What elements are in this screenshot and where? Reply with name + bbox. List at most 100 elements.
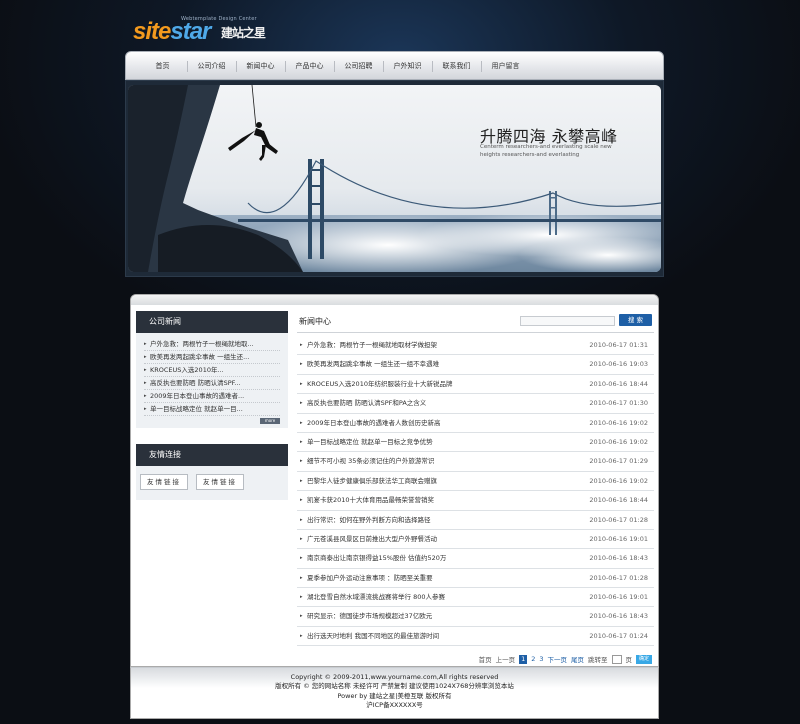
news-date: 2010-06-16 19:02 [589, 437, 648, 446]
news-list: 户外急救：两根竹子一根绳就地取材学做担架 2010-06-17 01:31 欧美再… [297, 336, 654, 647]
pager-first[interactable]: 首页 [479, 654, 492, 664]
news-title: 出行常识：如何在野外判断方向和选择路径 [307, 515, 431, 524]
pager-jump-input[interactable] [611, 654, 622, 664]
news-date: 2010-06-16 19:03 [589, 360, 648, 369]
footer-copyright: Copyright © 2009-2011,www.yourname.com,A… [290, 673, 499, 681]
news-item[interactable]: 欧美再发两起跳伞事故 一组生还一组不幸遇难 2010-06-16 19:03 [297, 355, 654, 375]
news-title: 南京商泰出让南京银得益15%股份 估值约520万 [307, 554, 447, 563]
news-item[interactable]: KROCEUS入选2010年纺织服装行业十大新锐品牌 2010-06-16 18:… [297, 375, 654, 395]
sidebar-news-item[interactable]: 户外急救：两根竹子一根绳就地取... [144, 338, 280, 351]
news-title: 2009年日本登山事故的遇难者人数创历史新高 [307, 418, 441, 427]
footer-rights: 版权所有 © 您的网站名称 未经许可 严禁复制 建议使用1024X768分辨率浏… [275, 682, 514, 691]
news-item[interactable]: 单一目标战略定位 就赵单一目标之竞争优势 2010-06-16 19:02 [297, 433, 654, 453]
news-title: 广元苍溪县风景区日前推出大型户外野餐活动 [307, 534, 437, 543]
news-title: 巴黎华人徒步健康俱乐部获法华工商联会赠旗 [307, 476, 437, 485]
news-title: 凯宴卡获2010十大体育用品最畅荣誉营销奖 [307, 496, 435, 505]
logo-wordmark-star: star [170, 18, 211, 45]
sidebar-news-item[interactable]: 2009年日本登山事故的遇难者... [144, 390, 280, 403]
news-item[interactable]: 夏季参加户外运动注意事项 ：防晒至关重要 2010-06-17 01:28 [297, 569, 654, 588]
nav-item-about[interactable]: 公司介绍 [187, 52, 236, 81]
logo-wordmark: sitestar [133, 18, 211, 45]
sidebar-news-item[interactable]: 高反执也要防晒 防晒认清SPF... [144, 377, 280, 390]
search-button[interactable]: 搜 索 [619, 314, 652, 326]
content-panel: 公司新闻 户外急救：两根竹子一根绳就地取... 欧美再发两起跳伞事故 一组生还.… [130, 294, 659, 667]
news-title: 出行选天时地利 我国不同地区的最佳旅游时间 [307, 631, 440, 640]
sidebar-news-item[interactable]: 单一目标战略定位 就赵单一目... [144, 403, 280, 416]
nav-item-jobs[interactable]: 公司招聘 [334, 52, 383, 81]
nav-item-outdoor[interactable]: 户外知识 [383, 52, 432, 81]
news-date: 2010-06-17 01:31 [589, 341, 648, 349]
logo-chinese: 建站之星 [221, 26, 266, 40]
site-logo[interactable]: Webtemplate Design Center sitestar 建站之星 [133, 16, 293, 46]
pagination: 首页 上一页 1 2 3 下一页 尾页 跳转至 页 确定 [297, 652, 654, 666]
news-title: 户外急救：两根竹子一根绳就地取材学做担架 [307, 341, 437, 349]
banner-panel: 升腾四海 永攀高峰 Centerm researchers-and everla… [125, 80, 664, 277]
nav-item-contact[interactable]: 联系我们 [432, 52, 481, 81]
news-date: 2010-06-16 18:44 [589, 379, 648, 388]
main-header: 新闻中心 搜 索 [297, 311, 654, 333]
news-date: 2010-06-16 19:01 [589, 593, 648, 602]
content-topbar [131, 295, 658, 305]
footer-icp[interactable]: 沪ICP备XXXXXX号 [131, 701, 658, 710]
pager-page-unit: 页 [625, 656, 633, 665]
footer: Copyright © 2009-2011,www.yourname.com,A… [130, 667, 659, 719]
pager-next[interactable]: 下一页 [548, 654, 568, 664]
news-item[interactable]: 凯宴卡获2010十大体育用品最畅荣誉营销奖 2010-06-16 18:44 [297, 491, 654, 511]
friend-link-button[interactable]: 友情链接 [196, 474, 244, 490]
sidebar-links-title: 友情连接 [136, 444, 288, 466]
news-title: 夏季参加户外运动注意事项 ：防晒至关重要 [307, 573, 433, 582]
main-nav: 首页 公司介绍 新闻中心 产品中心 公司招聘 户外知识 联系我们 用户留言 [125, 51, 664, 80]
pager-page[interactable]: 3 [539, 655, 543, 663]
news-item[interactable]: 湖北登雪自然水域漂流挑战赛将举行 800人参赛 2010-06-16 19:01 [297, 588, 654, 608]
news-title: 湖北登雪自然水域漂流挑战赛将举行 800人参赛 [307, 593, 445, 602]
main-title: 新闻中心 [299, 317, 331, 326]
news-date: 2010-06-16 18:43 [589, 612, 648, 621]
news-date: 2010-06-17 01:28 [589, 573, 648, 582]
news-item[interactable]: 研究显示：德国徒步市场规模超过37亿欧元 2010-06-16 18:43 [297, 607, 654, 627]
sidebar-news-title: 公司新闻 [136, 311, 288, 333]
news-item[interactable]: 高反执也要防晒 防晒认清SPF和PA之含义 2010-06-17 01:30 [297, 394, 654, 414]
banner-image: 升腾四海 永攀高峰 Centerm researchers-and everla… [128, 85, 661, 272]
pager-prev[interactable]: 上一页 [496, 654, 516, 664]
news-item[interactable]: 广元苍溪县风景区日前推出大型户外野餐活动 2010-06-16 19:01 [297, 530, 654, 550]
pager-jump-label: 跳转至 [588, 656, 608, 665]
news-date: 2010-06-16 19:02 [589, 476, 648, 485]
news-title: 高反执也要防晒 防晒认清SPF和PA之含义 [307, 399, 427, 408]
nav-item-guestbook[interactable]: 用户留言 [481, 52, 530, 81]
sidebar: 公司新闻 户外急救：两根竹子一根绳就地取... 欧美再发两起跳伞事故 一组生还.… [136, 311, 288, 500]
news-item[interactable]: 细节不可小视 35条必须记住的户外旅游常识 2010-06-17 01:29 [297, 452, 654, 472]
nav-item-home[interactable]: 首页 [138, 52, 187, 81]
banner-subtitle: Centerm researchers-and everlasting scal… [480, 144, 612, 158]
pager-page-current[interactable]: 1 [519, 654, 528, 664]
pager-page[interactable]: 2 [531, 655, 535, 663]
friend-links: 友情链接 友情链接 [136, 466, 288, 500]
main-content: 新闻中心 搜 索 户外急救：两根竹子一根绳就地取材学做担架 2010-06-17 … [297, 311, 654, 666]
news-item[interactable]: 户外急救：两根竹子一根绳就地取材学做担架 2010-06-17 01:31 [297, 336, 654, 356]
news-item[interactable]: 出行选天时地利 我国不同地区的最佳旅游时间 2010-06-17 01:24 [297, 627, 654, 647]
sidebar-news-body: 户外急救：两根竹子一根绳就地取... 欧美再发两起跳伞事故 一组生还... KR… [136, 333, 288, 428]
news-date: 2010-06-17 01:24 [589, 631, 648, 640]
news-date: 2010-06-16 19:01 [589, 534, 648, 543]
logo-wordmark-site: site [133, 18, 171, 45]
banner-illustration [128, 85, 661, 272]
more-button[interactable]: more [260, 418, 280, 424]
news-date: 2010-06-16 18:44 [589, 496, 648, 505]
news-title: 欧美再发两起跳伞事故 一组生还一组不幸遇难 [307, 360, 440, 369]
news-title: 单一目标战略定位 就赵单一目标之竞争优势 [307, 437, 433, 446]
sidebar-news-item[interactable]: 欧美再发两起跳伞事故 一组生还... [144, 351, 280, 364]
news-date: 2010-06-17 01:29 [589, 457, 648, 466]
news-item[interactable]: 2009年日本登山事故的遇难者人数创历史新高 2010-06-16 19:02 [297, 414, 654, 433]
search-input[interactable] [520, 316, 615, 326]
friend-link-button[interactable]: 友情链接 [140, 474, 188, 490]
pager-last[interactable]: 尾页 [571, 654, 584, 664]
news-item[interactable]: 南京商泰出让南京银得益15%股份 估值约520万 2010-06-16 18:43 [297, 549, 654, 569]
news-item[interactable]: 巴黎华人徒步健康俱乐部获法华工商联会赠旗 2010-06-16 19:02 [297, 472, 654, 492]
news-date: 2010-06-17 01:28 [589, 515, 648, 524]
nav-item-news[interactable]: 新闻中心 [236, 52, 285, 81]
pager-go-button[interactable]: 确定 [636, 654, 652, 664]
news-title: KROCEUS入选2010年纺织服装行业十大新锐品牌 [307, 379, 453, 388]
nav-item-products[interactable]: 产品中心 [285, 52, 334, 81]
sidebar-news-item[interactable]: KROCEUS入选2010年... [144, 364, 280, 377]
footer-power[interactable]: Power by 建站之星|美橙互联 版权所有 [131, 692, 658, 701]
news-item[interactable]: 出行常识：如何在野外判断方向和选择路径 2010-06-17 01:28 [297, 511, 654, 530]
